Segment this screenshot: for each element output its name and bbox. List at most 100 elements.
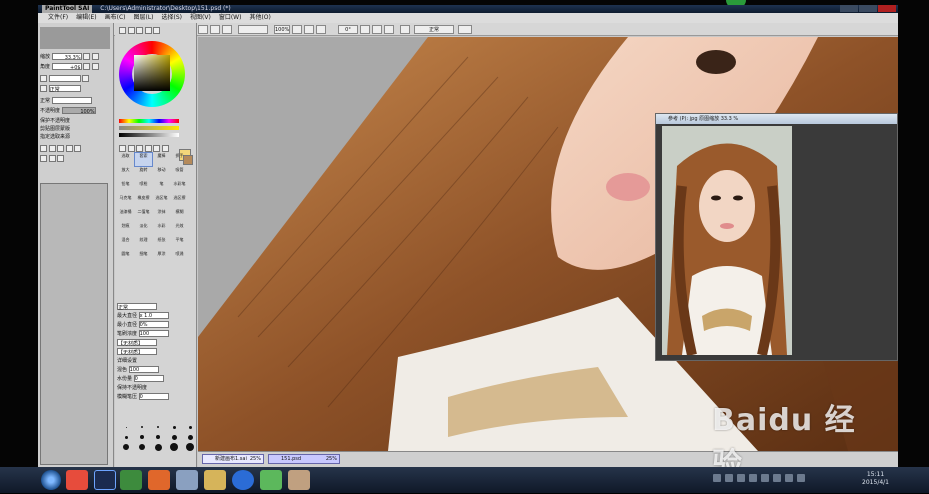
- tool-slot[interactable]: 笔: [153, 181, 170, 194]
- tool-slot[interactable]: 纸张: [153, 237, 170, 250]
- brush-size-preset[interactable]: [151, 443, 165, 451]
- brush-size-preset[interactable]: [135, 433, 149, 441]
- rotate-tool-icon[interactable]: [144, 145, 152, 152]
- taskbar-app-icon[interactable]: [288, 470, 310, 490]
- tray-icon[interactable]: [737, 474, 745, 482]
- taskbar-app-icon[interactable]: [176, 470, 198, 490]
- brush-size-preset[interactable]: [135, 423, 149, 431]
- taskbar-app-icon[interactable]: [260, 470, 282, 490]
- tool-slot[interactable]: 混合: [117, 237, 134, 250]
- angle-field[interactable]: 0°: [338, 25, 358, 34]
- rotate-right-icon[interactable]: [372, 25, 382, 34]
- detail-settings-toggle[interactable]: 详细设置: [117, 358, 137, 364]
- doc-tab-2[interactable]: 151.psd 25%: [268, 454, 340, 464]
- tool-slot[interactable]: 细笔: [135, 251, 152, 264]
- tool-slot[interactable]: 抓手: [171, 153, 188, 166]
- blend-setting-value[interactable]: 100: [128, 366, 159, 373]
- layer-properties-button[interactable]: [57, 155, 65, 162]
- brush-size-preset[interactable]: [167, 423, 181, 431]
- brush-size-preset[interactable]: [167, 433, 181, 441]
- saturation-slider[interactable]: [119, 126, 179, 130]
- folder-icon[interactable]: [204, 470, 226, 490]
- tool-slot[interactable]: 划痕: [117, 223, 134, 236]
- texture-dropdown[interactable]: 【无材质】: [117, 348, 157, 356]
- deselect-icon[interactable]: [210, 25, 220, 34]
- tool-slot-selected[interactable]: 套索: [134, 152, 153, 167]
- protect-opacity-row[interactable]: 保护不透明度: [40, 117, 110, 125]
- brush-size-preset[interactable]: [167, 443, 181, 451]
- blend-dropdown[interactable]: [51, 97, 92, 104]
- saturation-value-square[interactable]: [134, 55, 170, 91]
- angle-minus-button[interactable]: [83, 63, 91, 70]
- menu-window[interactable]: 窗口(W): [219, 13, 242, 23]
- rotate-reset-icon[interactable]: [384, 25, 394, 34]
- tray-icon[interactable]: [785, 474, 793, 482]
- brush-mode-dropdown[interactable]: 正常: [117, 303, 157, 311]
- tool-slot[interactable]: 吸管: [171, 167, 188, 180]
- clear-layer-button[interactable]: [48, 155, 56, 162]
- tool-slot[interactable]: 移动: [153, 167, 170, 180]
- tool-slot[interactable]: 马克笔: [117, 195, 134, 208]
- taskbar-app-icon[interactable]: [148, 470, 170, 490]
- brush-size-preset[interactable]: [119, 433, 133, 441]
- transparent-color-icon[interactable]: [119, 145, 126, 152]
- tray-icon[interactable]: [749, 474, 757, 482]
- edge-dropdown[interactable]: 【无材质】: [117, 339, 157, 347]
- layer-list[interactable]: [40, 183, 108, 465]
- navigator-thumbnail[interactable]: [40, 27, 110, 49]
- tray-icon[interactable]: [761, 474, 769, 482]
- brush-size-preset[interactable]: [151, 433, 165, 441]
- menu-other[interactable]: 其他(O): [249, 13, 270, 23]
- min-size-value[interactable]: 0%: [138, 321, 169, 328]
- zoom-tool-icon[interactable]: [136, 145, 144, 152]
- tool-slot[interactable]: 喷枪: [135, 181, 152, 194]
- layer-mode-dropdown[interactable]: 正常: [48, 85, 81, 93]
- brush-size-preset[interactable]: [183, 433, 197, 441]
- brush-size-preset[interactable]: [119, 423, 133, 431]
- tool-slot[interactable]: 旋转: [135, 167, 152, 180]
- menu-selection[interactable]: 选择(S): [162, 13, 183, 23]
- minimize-button[interactable]: [840, 5, 858, 12]
- clock[interactable]: 15:11 2015/4/1: [862, 471, 889, 487]
- brush-size-preset[interactable]: [151, 423, 165, 431]
- reference-preview-window[interactable]: 参考 (P): jpg 原图缩放 33.3 %: [655, 113, 898, 361]
- eyedropper-icon[interactable]: [161, 145, 169, 152]
- tool-slot[interactable]: 纹理: [135, 237, 152, 250]
- scratchpad-toggle[interactable]: [153, 27, 161, 34]
- density-value[interactable]: 100: [138, 330, 169, 337]
- tool-slot[interactable]: 魔棒: [153, 153, 170, 166]
- detail-row[interactable]: 详细设置: [117, 357, 193, 366]
- tool-slot[interactable]: 选区笔: [153, 195, 170, 208]
- dilute-value[interactable]: 0: [133, 375, 164, 382]
- menu-edit[interactable]: 编辑(E): [76, 13, 96, 23]
- tool-slot[interactable]: 选取: [117, 153, 134, 166]
- keep-opacity-row[interactable]: 保持不透明度: [117, 384, 193, 393]
- rotate-left-icon[interactable]: [360, 25, 370, 34]
- swatch-toggle[interactable]: [144, 27, 152, 34]
- hue-slider[interactable]: [119, 119, 179, 123]
- new-folder-button[interactable]: [57, 145, 65, 152]
- new-layer-icon[interactable]: [40, 75, 47, 82]
- selection-source-row[interactable]: 指定选取来源: [40, 133, 110, 141]
- taskbar-app-icon[interactable]: [232, 470, 254, 490]
- tool-slot[interactable]: 厚涂: [153, 251, 170, 264]
- merge-down-button[interactable]: [65, 145, 73, 152]
- tray-icon[interactable]: [797, 474, 805, 482]
- brush-size-preset[interactable]: [183, 443, 197, 451]
- tray-icon[interactable]: [773, 474, 781, 482]
- tool-slot[interactable]: 圆笔: [117, 251, 134, 264]
- menu-layer[interactable]: 图层(L): [134, 13, 154, 23]
- delete-layer-button[interactable]: [74, 145, 82, 152]
- maximize-button[interactable]: [859, 5, 877, 12]
- clipping-row[interactable]: 剪贴图层蒙版: [40, 125, 110, 133]
- zoom-plus-button[interactable]: [91, 53, 99, 60]
- tool-slot[interactable]: 铅笔: [117, 181, 134, 194]
- taskbar-app-icon[interactable]: [66, 470, 88, 490]
- layer-mode-field[interactable]: [48, 75, 81, 82]
- select-all-icon[interactable]: [198, 25, 208, 34]
- photoshop-icon[interactable]: [94, 470, 116, 490]
- doc-tab-1[interactable]: 新建画布1.sai 25%: [202, 454, 264, 464]
- tool-slot[interactable]: 光效: [171, 223, 188, 236]
- stabilizer-dropdown[interactable]: 正常: [414, 25, 454, 34]
- tool-slot[interactable]: 平笔: [171, 237, 188, 250]
